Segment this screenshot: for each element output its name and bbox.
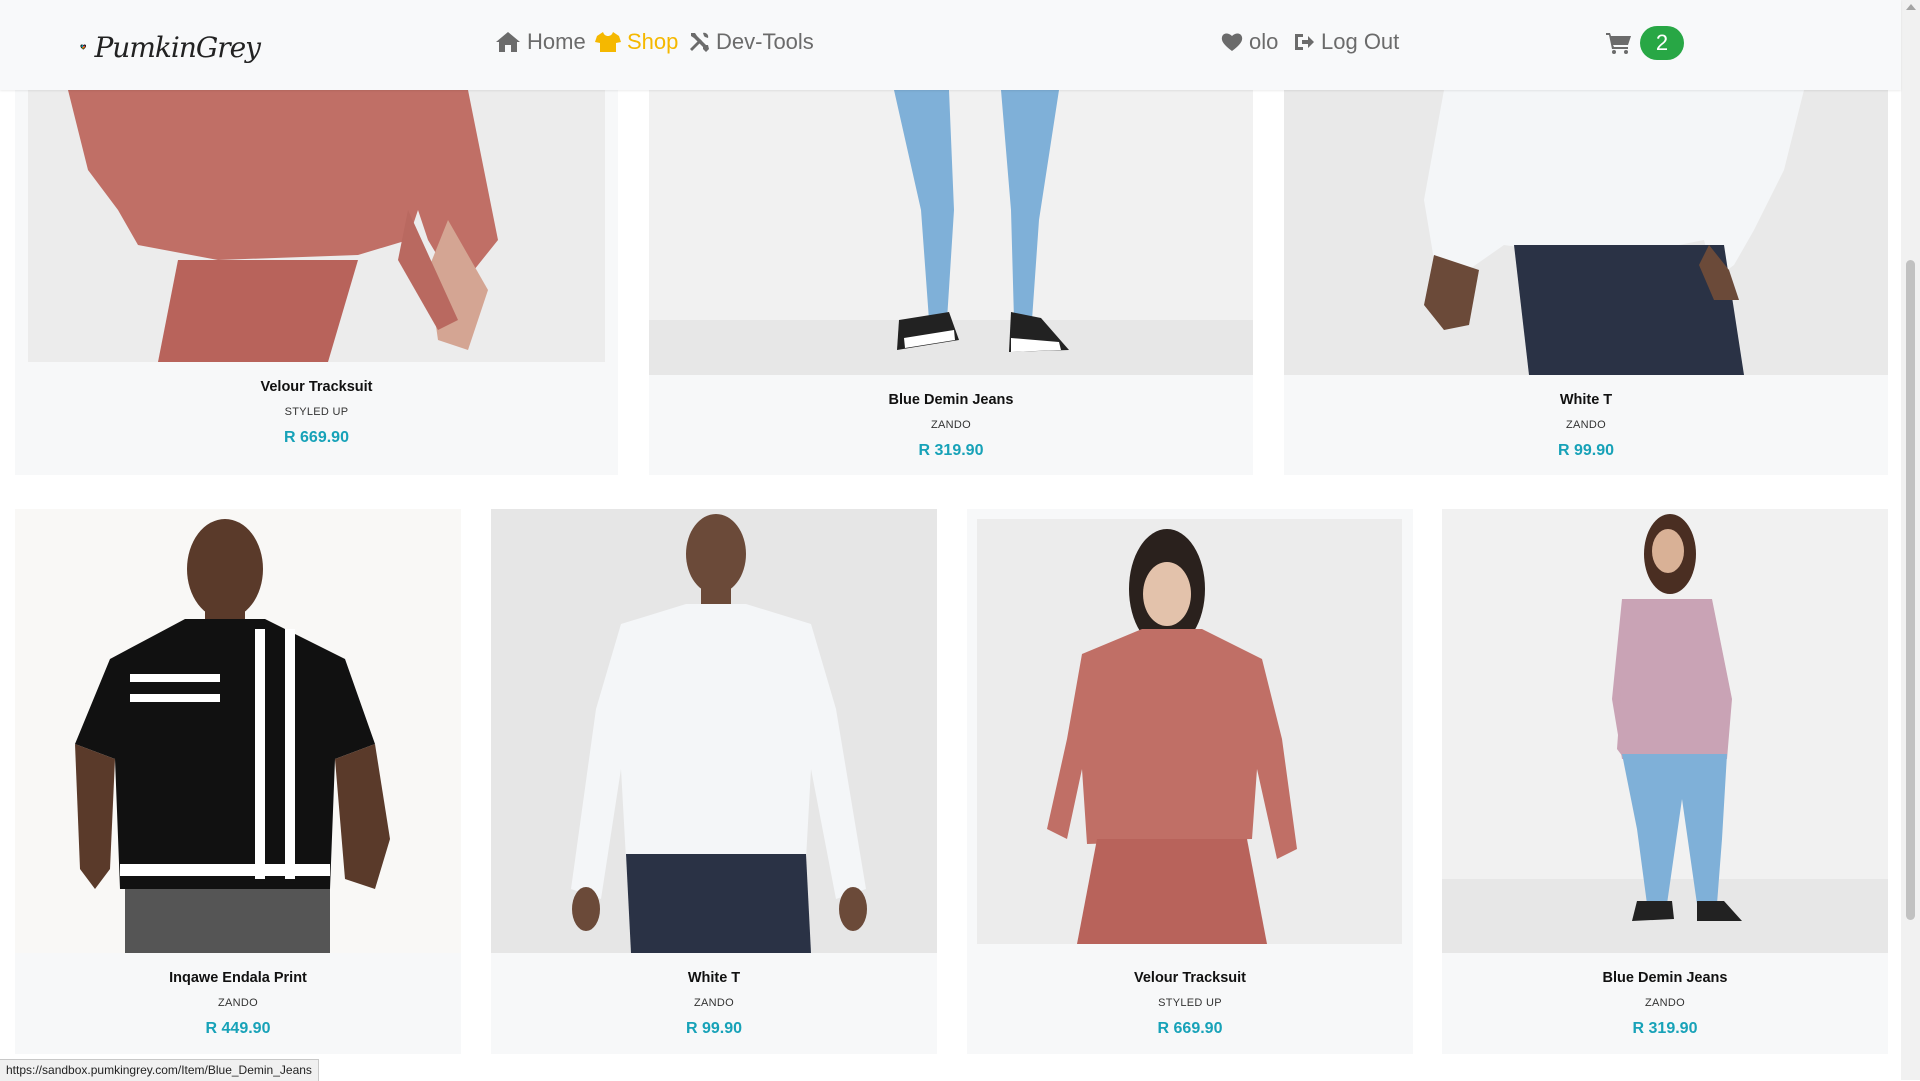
product-name: White T — [1559, 392, 1613, 408]
product-image[interactable] — [1284, 90, 1888, 375]
nav-shop-label: Shop — [627, 29, 679, 54]
product-brand: ZANDO — [218, 997, 258, 1009]
product-name: Velour Tracksuit — [1133, 970, 1247, 986]
sign-out-icon — [1295, 34, 1314, 50]
velour-tracksuit-image — [977, 519, 1402, 944]
home-icon — [496, 32, 520, 52]
product-info: Blue Demin Jeans ZANDO R 319.90 — [1442, 953, 1888, 1038]
product-image[interactable] — [28, 90, 605, 362]
product-price: R 99.90 — [1557, 442, 1615, 459]
product-name: Velour Tracksuit — [260, 379, 373, 395]
product-brand: STYLED UP — [284, 406, 349, 418]
product-price: R 99.90 — [685, 1020, 743, 1037]
brand-wordmark: PumkinGrey — [94, 30, 261, 64]
product-card[interactable]: White T ZANDO R 99.90 — [491, 509, 937, 1054]
product-name: Inqawe Endala Print — [169, 970, 307, 986]
nav-home-link[interactable]: Home — [495, 29, 586, 55]
product-price: R 319.90 — [918, 442, 984, 459]
scroll-up-arrow-icon[interactable] — [1906, 4, 1916, 10]
product-card[interactable]: Blue Demin Jeans ZANDO R 319.90 — [1442, 509, 1888, 1054]
nav-logout-label: Log Out — [1321, 29, 1400, 54]
nav-username: olo — [1249, 29, 1279, 54]
heart-logo-icon — [80, 44, 87, 50]
product-image[interactable] — [15, 509, 461, 953]
product-brand: ZANDO — [1645, 997, 1685, 1009]
shopping-cart-icon — [1606, 33, 1631, 54]
nav-home-label: Home — [527, 29, 586, 54]
product-image[interactable] — [1442, 509, 1888, 953]
product-info: White T ZANDO R 99.90 — [1284, 375, 1888, 460]
white-tshirt-image — [491, 509, 937, 953]
nav-devtools-label: Dev-Tools — [716, 29, 814, 54]
product-price: R 319.90 — [1632, 1020, 1698, 1037]
product-info: Blue Demin Jeans ZANDO R 319.90 — [649, 375, 1253, 460]
blue-jeans-image — [649, 90, 1253, 375]
nav-devtools-link[interactable]: Dev-Tools — [688, 29, 814, 55]
tools-icon — [690, 32, 709, 52]
tshirt-icon — [595, 32, 621, 52]
scrollbar-thumb[interactable] — [1906, 260, 1915, 920]
blue-jeans-image — [1442, 509, 1888, 953]
velour-tracksuit-image — [28, 90, 605, 362]
product-name: Blue Demin Jeans — [888, 392, 1014, 408]
product-card[interactable]: Velour Tracksuit STYLED UP R 669.90 — [967, 509, 1413, 1054]
product-info: Inqawe Endala Print ZANDO R 449.90 — [15, 953, 461, 1038]
product-info: White T ZANDO R 99.90 — [491, 953, 937, 1038]
product-price: R 449.90 — [205, 1020, 271, 1037]
product-info: Velour Tracksuit STYLED UP R 669.90 — [15, 362, 618, 447]
brand-logo[interactable]: PumkinGrey — [80, 18, 261, 76]
product-name: Blue Demin Jeans — [1602, 970, 1728, 986]
top-navbar: PumkinGrey Home Shop Dev-Tools olo Log O… — [0, 0, 1901, 90]
nav-logout-link[interactable]: Log Out — [1293, 29, 1399, 55]
product-name: White T — [687, 970, 741, 986]
white-tshirt-image — [1284, 90, 1888, 375]
product-brand: ZANDO — [931, 419, 971, 431]
product-brand: ZANDO — [694, 997, 734, 1009]
inqawe-print-shirt-image — [15, 509, 461, 953]
page-scrollbar[interactable] — [1901, 0, 1920, 1080]
product-brand: ZANDO — [1566, 419, 1606, 431]
cart-button[interactable]: 2 — [1606, 26, 1684, 60]
heart-icon — [1221, 33, 1243, 51]
product-brand: STYLED UP — [1158, 997, 1222, 1009]
product-image[interactable] — [649, 90, 1253, 375]
product-image[interactable] — [491, 509, 937, 953]
product-info: Velour Tracksuit STYLED UP R 669.90 — [967, 953, 1413, 1038]
product-image[interactable] — [977, 519, 1402, 944]
product-card[interactable]: Inqawe Endala Print ZANDO R 449.90 — [15, 509, 461, 1054]
cart-count-badge: 2 — [1640, 26, 1684, 60]
product-price: R 669.90 — [284, 429, 349, 446]
product-price: R 669.90 — [1157, 1020, 1223, 1037]
link-status-bar: https://sandbox.pumkingrey.com/Item/Blue… — [0, 1059, 319, 1081]
nav-shop-link[interactable]: Shop — [595, 29, 678, 55]
nav-favorites-link[interactable]: olo — [1221, 29, 1278, 55]
